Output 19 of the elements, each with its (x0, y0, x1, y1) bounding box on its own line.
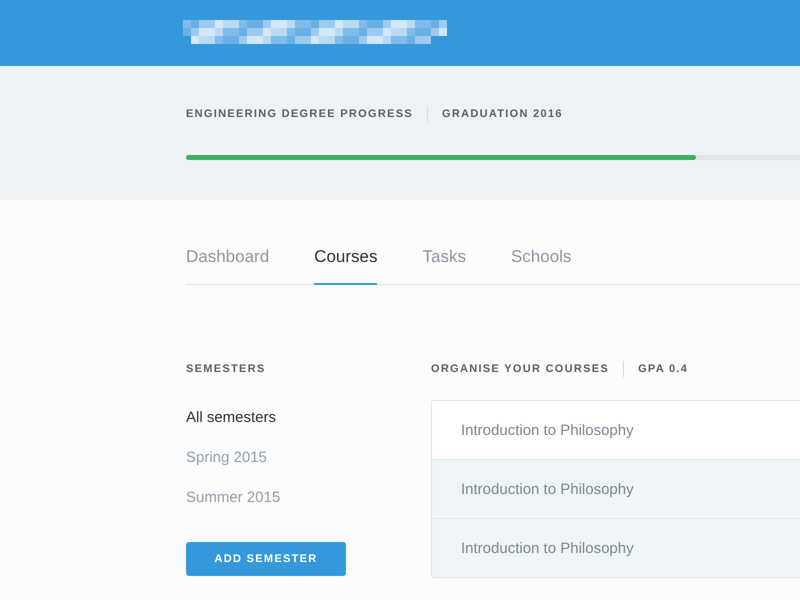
semester-item[interactable]: Spring 2015 (186, 449, 431, 489)
nav-tab[interactable]: Schools (510, 247, 572, 285)
semester-item[interactable]: Summer 2015 (186, 489, 431, 529)
semester-item[interactable]: All semesters (186, 409, 431, 449)
course-row[interactable]: Introduction to Philosophy (432, 518, 800, 577)
course-name: Introduction to Philosophy (461, 480, 634, 498)
graduation-label: GRADUATION 2016 (442, 108, 563, 120)
degree-progress-label: ENGINEERING DEGREE PROGRESS (186, 108, 414, 120)
course-name: Introduction to Philosophy (461, 540, 634, 556)
nav-tab[interactable]: Tasks (422, 247, 466, 285)
gpa-label: GPA 0.4 (638, 363, 688, 375)
semesters-heading: SEMESTERS (186, 362, 267, 377)
nav-tab[interactable]: Dashboard (186, 247, 270, 285)
nav-tab[interactable]: Courses (314, 247, 378, 285)
course-name: Introduction to Philosophy (461, 422, 634, 438)
course-row[interactable]: Introduction to Philosophy (432, 401, 800, 459)
course-row[interactable]: Introduction to Philosophy (432, 459, 800, 518)
organise-courses-heading: ORGANISE YOUR COURSES (431, 363, 610, 375)
add-semester-button[interactable]: ADD SEMESTER (186, 542, 346, 576)
